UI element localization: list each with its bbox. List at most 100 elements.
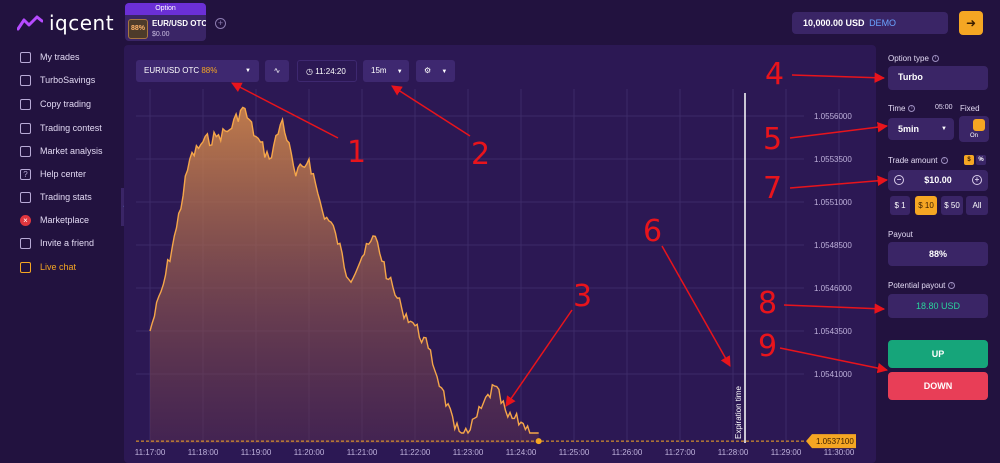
login-icon[interactable]: ➜	[959, 11, 983, 35]
minus-icon[interactable]: −	[894, 175, 904, 185]
time-axis-tick-label: 11:23:00	[453, 448, 484, 457]
top-bar: iqcent Option 88% EUR/USD OTC $0.00 + 10…	[0, 0, 1000, 44]
price-axis-tick-label: 1.0543500	[814, 327, 852, 336]
payout-display: 88%	[888, 242, 988, 266]
preset-50-button[interactable]: $ 50	[941, 196, 963, 215]
option-type-select[interactable]: Turbo	[888, 66, 988, 90]
chevron-down-icon: ▼	[941, 126, 947, 132]
time-axis-tick-label: 11:22:00	[400, 448, 431, 457]
add-tab-icon[interactable]: +	[215, 18, 226, 29]
chevron-down-icon: ▼	[245, 68, 251, 74]
balance-value: 10,000.00 USD	[803, 18, 865, 28]
sidebar-item-invite-a-friend[interactable]: Invite a friend	[20, 236, 94, 250]
sidebar-item-marketplace[interactable]: × Marketplace	[20, 213, 89, 227]
time-axis-tick-label: 11:26:00	[612, 448, 643, 457]
fixed-label: Fixed	[960, 104, 980, 113]
timeframe-value: 15m	[371, 66, 387, 75]
info-icon[interactable]: i	[948, 282, 956, 290]
time-label: Time i	[888, 104, 916, 113]
clock-icon: ◷	[306, 67, 313, 76]
sidebar-item-label: Copy trading	[40, 99, 92, 109]
account-balance[interactable]: 10,000.00 USD DEMO	[792, 12, 948, 34]
time-axis-tick-label: 11:25:00	[559, 448, 590, 457]
time-axis-tick-label: 11:27:00	[665, 448, 696, 457]
time-axis-tick-label: 11:30:00	[824, 448, 855, 457]
time-value-small: 05:00	[935, 104, 953, 111]
sidebar-item-trading-stats[interactable]: Trading stats	[20, 190, 92, 204]
copy-icon	[20, 98, 31, 110]
sidebar-item-label: My trades	[40, 52, 80, 62]
info-icon[interactable]: i	[940, 157, 948, 165]
payout-label: Payout	[888, 230, 913, 239]
sidebar-item-my-trades[interactable]: My trades	[20, 50, 80, 64]
price-chart[interactable]: 1.0556000 1.0553500 1.0551000 1.0548500 1.05…	[124, 45, 876, 463]
time-axis-tick-label: 11:24:00	[506, 448, 537, 457]
info-icon[interactable]: i	[908, 105, 916, 113]
price-axis-tick-label: 1.0551000	[814, 198, 852, 207]
sidebar-item-label: Help center	[40, 169, 87, 179]
time-axis-tick-label: 11:29:00	[771, 448, 802, 457]
current-price-label: 1.0537100	[816, 437, 854, 446]
price-axis-tick-label: 1.0546000	[814, 284, 852, 293]
asset-selector[interactable]: EUR/USD OTC 88% ▼	[136, 60, 259, 82]
price-axis-tick-label: 1.0553500	[814, 155, 852, 164]
potential-payout-value: 18.80 USD	[915, 301, 961, 311]
asset-selector-name: EUR/USD OTC	[144, 66, 200, 75]
marketplace-icon: ×	[20, 214, 31, 226]
sidebar-item-label: Live chat	[40, 262, 77, 272]
indicators-icon: ∿	[273, 66, 281, 75]
down-button[interactable]: DOWN	[888, 372, 988, 400]
sidebar-item-market-analysis[interactable]: Market analysis	[20, 144, 103, 158]
sidebar-item-trading-contest[interactable]: Trading contest	[20, 121, 102, 135]
account-mode: DEMO	[869, 18, 897, 28]
preset-all-button[interactable]: All	[966, 196, 988, 215]
trade-amount-stepper[interactable]: − $10.00 +	[888, 170, 988, 191]
clock-time: 11:24:20	[315, 67, 346, 76]
piggy-icon	[20, 74, 31, 86]
sidebar-item-label: Trading stats	[40, 192, 92, 202]
sidebar-item-label: TurboSavings	[40, 75, 96, 85]
chart-icon	[20, 145, 31, 157]
chart-settings-button[interactable]: ⚙ ▼	[416, 60, 455, 82]
chat-icon	[20, 261, 31, 273]
info-icon[interactable]: i	[931, 55, 939, 63]
preset-10-button[interactable]: $ 10	[915, 196, 937, 215]
indicators-button[interactable]: ∿	[265, 60, 289, 82]
option-type-value: Turbo	[898, 72, 923, 82]
timeframe-selector[interactable]: 15m ▼	[363, 60, 409, 82]
payout-value: 88%	[928, 249, 947, 259]
sidebar-item-label: Marketplace	[40, 215, 90, 225]
time-value: 5min	[898, 124, 920, 134]
clipboard-icon	[20, 51, 31, 63]
chart-panel[interactable]: 1.0556000 1.0553500 1.0551000 1.0548500 1.05…	[124, 45, 876, 463]
preset-1-button[interactable]: $ 1	[890, 196, 910, 215]
sidebar-item-live-chat[interactable]: Live chat	[20, 260, 76, 274]
invite-icon	[20, 237, 31, 249]
price-axis-tick-label: 1.0556000	[814, 112, 852, 121]
trade-amount-value: $10.00	[924, 175, 952, 185]
sidebar-item-help-center[interactable]: ? Help center	[20, 167, 86, 181]
asset-tab[interactable]: Option 88% EUR/USD OTC $0.00	[125, 3, 206, 41]
up-button[interactable]: UP	[888, 340, 988, 368]
logo[interactable]: iqcent	[17, 11, 114, 35]
sidebar-item-label: Market analysis	[40, 146, 103, 156]
unit-dollar-button[interactable]: $	[964, 155, 974, 165]
price-axis-tick-label: 1.0541000	[814, 370, 852, 379]
sidebar: My trades TurboSavings Copy trading Trad…	[0, 44, 120, 463]
logo-icon	[17, 15, 43, 31]
sidebar-item-copy-trading[interactable]: Copy trading	[20, 97, 91, 111]
unit-percent-button[interactable]: %	[976, 155, 986, 165]
asset-tab-payout-badge: 88%	[128, 19, 148, 39]
asset-selector-payout: 88%	[201, 66, 218, 75]
time-axis-tick-label: 11:20:00	[294, 448, 325, 457]
sidebar-item-turbosavings[interactable]: TurboSavings	[20, 73, 95, 87]
time-axis-tick-label: 11:28:00	[718, 448, 749, 457]
time-axis-tick-label: 11:19:00	[241, 448, 272, 457]
time-axis-tick-label: 11:18:00	[188, 448, 219, 457]
toggle-knob	[973, 119, 985, 131]
gear-icon: ⚙	[424, 66, 432, 75]
plus-icon[interactable]: +	[972, 175, 982, 185]
fixed-toggle[interactable]: On	[959, 116, 989, 142]
price-axis-tick-label: 1.0548500	[814, 241, 852, 250]
time-select[interactable]: 5min ▼	[888, 118, 954, 140]
